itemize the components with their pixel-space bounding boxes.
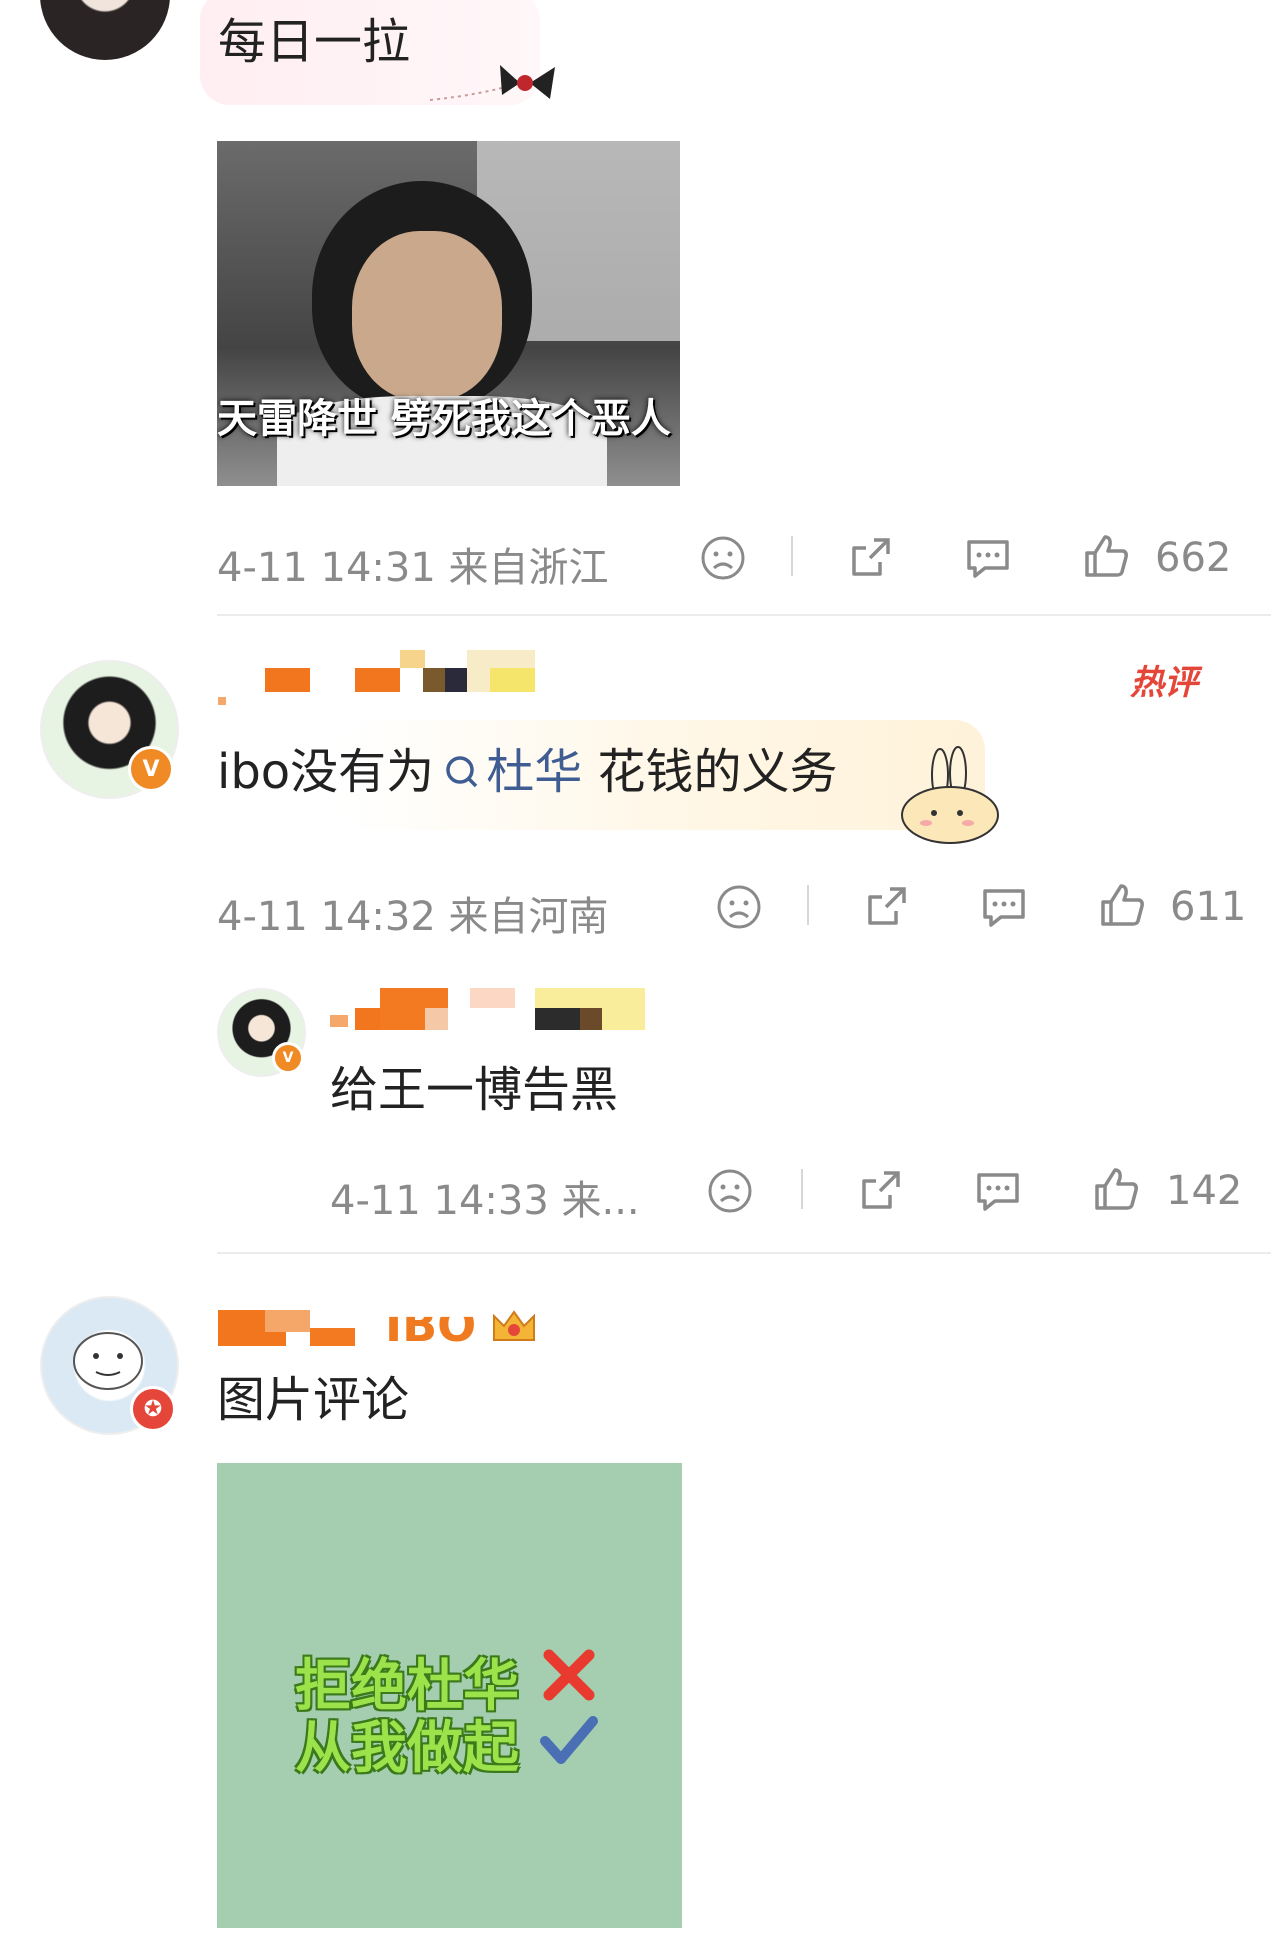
image-text-line2: 从我做起: [295, 1716, 519, 1781]
divider: [217, 614, 1271, 616]
comment-time: 4-11 14:33 来...: [330, 1178, 640, 1224]
comment-icon[interactable]: [970, 1163, 1026, 1219]
topic-link[interactable]: 杜华: [434, 744, 582, 800]
username-tail: IBO: [385, 1298, 477, 1352]
search-icon: [446, 756, 478, 788]
comment-image[interactable]: 天雷降世 劈死我这个恶人: [217, 141, 680, 486]
sad-face-icon[interactable]: [711, 879, 767, 935]
hot-comment-tag: 热评: [1130, 663, 1198, 703]
comment-time: 4-11 14:31 来自浙江: [217, 545, 609, 591]
share-icon[interactable]: [858, 879, 914, 935]
sad-face-icon[interactable]: [702, 1163, 758, 1219]
reply-text: 给王一博告黑: [330, 1062, 619, 1118]
sad-face-icon[interactable]: [695, 530, 751, 586]
crown-badge-icon: [493, 1310, 535, 1341]
comment-text: 图片评论: [217, 1372, 410, 1428]
divider: [807, 885, 809, 925]
meme-face-icon: [73, 1332, 143, 1390]
like-count: 611: [1170, 884, 1247, 930]
like-icon[interactable]: [1078, 528, 1134, 584]
like-icon[interactable]: [1094, 877, 1150, 933]
comment-icon[interactable]: [976, 879, 1032, 935]
comment-text: ibo没有为 杜华 花钱的义务: [217, 744, 838, 800]
image-caption: 天雷降世 劈死我这个恶人: [217, 396, 671, 442]
verified-badge-icon: ✪: [130, 1386, 176, 1432]
comment-text: 每日一拉: [218, 14, 411, 70]
verified-badge-icon: V: [128, 746, 174, 792]
comment-image[interactable]: 拒绝杜华 从我做起: [217, 1463, 682, 1928]
share-icon[interactable]: [852, 1163, 908, 1219]
comment-icon[interactable]: [960, 530, 1016, 586]
avatar[interactable]: ✪: [40, 1296, 179, 1435]
bow-decoration-icon: [429, 65, 555, 101]
avatar[interactable]: V: [40, 660, 179, 799]
like-icon[interactable]: [1088, 1161, 1144, 1217]
avatar[interactable]: V: [40, 0, 170, 60]
like-count: 142: [1166, 1168, 1243, 1214]
comment-time: 4-11 14:32 来自河南: [217, 894, 609, 940]
bunny-sticker-icon: [901, 746, 999, 844]
divider: [217, 1252, 1271, 1254]
divider: [801, 1169, 803, 1209]
avatar[interactable]: V: [217, 988, 306, 1077]
check-icon: [540, 1716, 598, 1764]
divider: [791, 536, 793, 576]
share-icon[interactable]: [842, 530, 898, 586]
verified-badge-icon: V: [272, 1042, 304, 1074]
cross-icon: [543, 1649, 595, 1701]
like-count: 662: [1155, 535, 1232, 581]
